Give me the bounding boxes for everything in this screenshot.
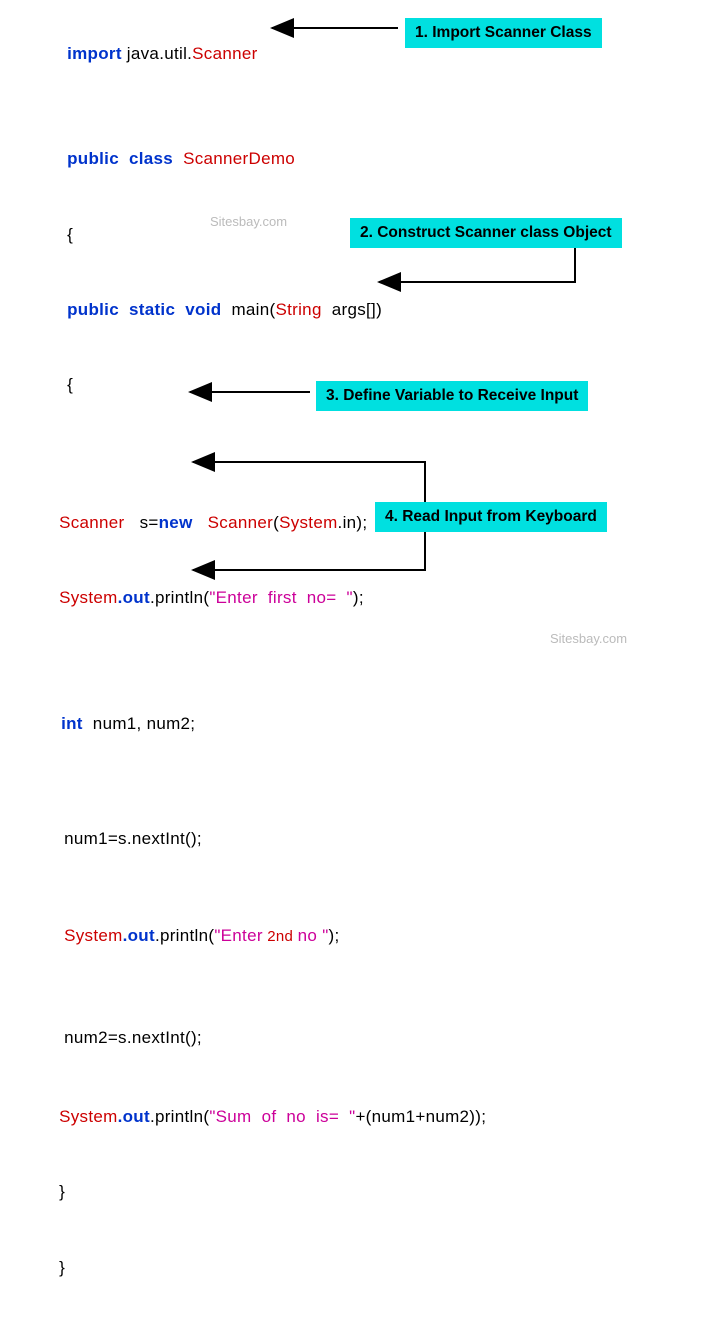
watermark-top: Sitesbay.com (210, 213, 287, 231)
type-string: String (275, 300, 321, 319)
keyword-void: void (175, 300, 221, 319)
code-line-prompt1: System.out.println("Enter first no= "); (39, 562, 698, 633)
code-line-main: public static void main(String args[]) (47, 274, 698, 345)
code-line-nextint1: num1=s.nextInt(); (44, 803, 698, 874)
keyword-int: int (61, 714, 83, 733)
keyword-public2: public (67, 300, 119, 319)
code-line-nextint2: num2=s.nextInt(); (44, 1002, 698, 1073)
callout-1: 1. Import Scanner Class (405, 18, 602, 48)
text-main: main( (221, 300, 275, 319)
code-line-brace4: } (39, 1232, 698, 1303)
code-line-prompt2: System.out.println("Enter 2nd no "); (44, 901, 698, 972)
text-pkg: java.util. (122, 44, 192, 63)
string-literal-1: "Enter first no= " (209, 588, 353, 607)
code-line-brace3: } (39, 1157, 698, 1228)
system-ref: System (279, 513, 337, 532)
keyword-public: public (67, 149, 119, 168)
keyword-static: static (119, 300, 175, 319)
ctor-scanner: Scanner (193, 513, 274, 532)
class-scanner: Scanner (192, 44, 257, 63)
callout-3: 3. Define Variable to Receive Input (316, 381, 588, 411)
callout-2: 2. Construct Scanner class Object (350, 218, 622, 248)
code-line-sum: System.out.println("Sum of no is= "+(num… (39, 1081, 698, 1152)
keyword-new: new (159, 513, 193, 532)
callout-4: 4. Read Input from Keyboard (375, 502, 607, 532)
code-diagram: import java.util.Scanner public class Sc… (20, 18, 698, 1303)
classname: ScannerDemo (173, 149, 295, 168)
type-scanner2: Scanner (59, 513, 124, 532)
code-line-classdecl: public class ScannerDemo (47, 123, 698, 194)
string-literal-3: "Sum of no is= " (209, 1107, 355, 1126)
keyword-class: class (119, 149, 173, 168)
keyword-import: import (67, 44, 122, 63)
text-args: args[]) (322, 300, 382, 319)
watermark-bottom: Sitesbay.com (550, 630, 627, 648)
code-line-vardecl: int num1, num2; (41, 688, 698, 759)
